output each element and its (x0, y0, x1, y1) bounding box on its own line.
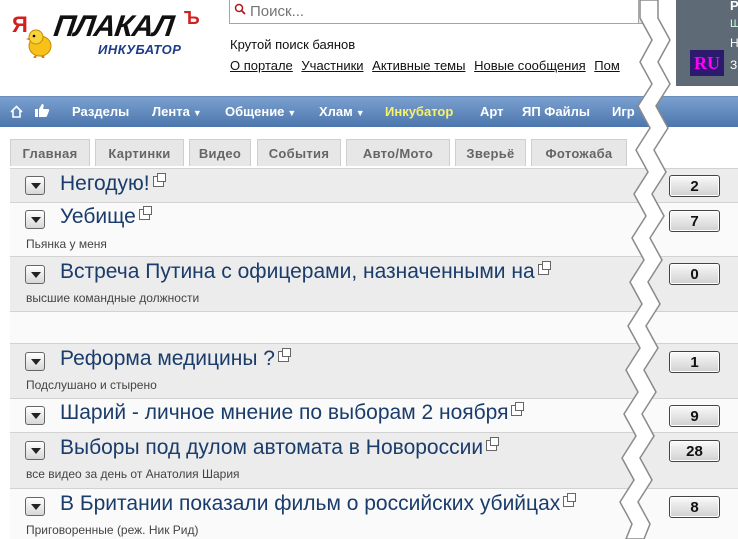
topic-subtitle: высшие командные должности (26, 291, 200, 305)
nav-item-sections[interactable]: Разделы (72, 104, 129, 119)
search-box (229, 0, 657, 24)
tab-photoshop[interactable]: Фотожаба (531, 139, 627, 166)
comment-count[interactable]: 0 (669, 263, 720, 285)
new-window-icon[interactable] (277, 348, 291, 362)
new-window-icon[interactable] (537, 261, 551, 275)
logo-subtitle: ИНКУБАТОР (98, 42, 182, 57)
topic-row: Встреча Путина с офицерами, назначенными… (10, 256, 738, 311)
topic-title[interactable]: Шарий - личное мнение по выборам 2 ноябр… (60, 401, 525, 425)
tab-events[interactable]: События (257, 139, 341, 166)
nav-item-files[interactable]: ЯП Файлы (522, 104, 590, 119)
chick-icon (26, 29, 52, 58)
topic-row: Негодую! 2 (10, 168, 738, 202)
topic-title[interactable]: Реформа медицины ? (60, 347, 291, 371)
expand-arrow-icon[interactable] (25, 352, 45, 371)
tab-main[interactable]: Главная (10, 139, 90, 166)
top-link-about[interactable]: О портале (230, 58, 293, 73)
topic-subtitle: Пьянка у меня (26, 237, 107, 251)
like-icon[interactable] (34, 103, 50, 118)
new-window-icon[interactable] (486, 437, 500, 451)
comment-count[interactable]: 2 (669, 175, 720, 197)
topic-row-empty (10, 311, 738, 343)
comment-count[interactable]: 8 (669, 496, 720, 518)
expand-arrow-icon[interactable] (25, 406, 45, 425)
search-input[interactable] (250, 1, 630, 21)
expand-arrow-icon[interactable] (25, 176, 45, 195)
tab-animals[interactable]: Зверьё (455, 139, 526, 166)
topic-title[interactable]: Встреча Путина с офицерами, назначенными… (60, 260, 551, 284)
tab-auto-moto[interactable]: Авто/Мото (346, 139, 450, 166)
comment-count[interactable]: 7 (669, 210, 720, 232)
user-panel-text-2: Ш (730, 18, 738, 30)
new-window-icon[interactable] (511, 402, 525, 416)
expand-arrow-icon[interactable] (25, 265, 45, 284)
search-icon (234, 3, 246, 15)
logo-name: ПЛАКАЛ (51, 10, 176, 43)
nav-item-art[interactable]: Арт (480, 104, 504, 119)
logo-ya: Я (12, 12, 28, 37)
nav-item-games[interactable]: Игр (612, 104, 635, 119)
ru-badge[interactable]: RU (690, 50, 724, 76)
top-link-members[interactable]: Участники (301, 58, 363, 73)
topic-row: Шарий - личное мнение по выборам 2 ноябр… (10, 398, 738, 432)
user-panel: Р Ш Н RU З (676, 0, 738, 86)
nav-item-feed[interactable]: Лента ▼ (152, 104, 202, 119)
comment-count[interactable]: 9 (669, 405, 720, 427)
nav-item-communication[interactable]: Общение ▼ (225, 104, 296, 119)
nav-item-incubator[interactable]: Инкубатор (385, 104, 453, 119)
logo-hard-sign: Ъ (184, 8, 200, 28)
tagline: Крутой поиск баянов (230, 37, 356, 52)
top-link-new-messages[interactable]: Новые сообщения (474, 58, 586, 73)
top-link-help[interactable]: Пом (594, 58, 620, 73)
top-link-active-topics[interactable]: Активные темы (372, 58, 465, 73)
chevron-down-icon: ▼ (355, 108, 365, 118)
chevron-down-icon: ▼ (287, 108, 297, 118)
expand-arrow-icon[interactable] (25, 210, 45, 229)
new-window-icon[interactable] (152, 173, 166, 187)
expand-arrow-icon[interactable] (25, 497, 45, 516)
tab-pictures[interactable]: Картинки (95, 139, 184, 166)
topic-row: В Британии показали фильм о российских у… (10, 488, 738, 539)
new-window-icon[interactable] (563, 493, 577, 507)
category-tabs: Главная Картинки Видео События Авто/Мото… (0, 127, 738, 168)
new-window-icon[interactable] (138, 206, 152, 220)
chevron-down-icon: ▼ (192, 108, 202, 118)
topic-subtitle: все видео за день от Анатолия Шария (26, 467, 240, 481)
top-links: О портале Участники Активные темы Новые … (230, 58, 625, 73)
main-nav: Разделы Лента ▼ Общение ▼ Хлам ▼ Инкубатор … (0, 96, 738, 127)
expand-arrow-icon[interactable] (25, 441, 45, 460)
topic-title[interactable]: В Британии показали фильм о российских у… (60, 492, 577, 516)
topic-title[interactable]: Уебище (60, 205, 152, 229)
comment-count[interactable]: 1 (669, 351, 720, 373)
topic-title[interactable]: Негодую! (60, 172, 166, 196)
topic-row: Реформа медицины ? Подслушано и стырено … (10, 343, 738, 398)
search-button[interactable] (638, 0, 656, 23)
user-panel-text-4: З (730, 58, 738, 72)
site-logo[interactable]: Я ПЛАКАЛ Ъ ИНКУБАТОР (10, 8, 210, 68)
home-icon[interactable] (10, 105, 23, 118)
comment-count[interactable]: 28 (669, 440, 720, 462)
nav-item-junk[interactable]: Хлам ▼ (319, 104, 365, 119)
tab-video[interactable]: Видео (189, 139, 251, 166)
topic-subtitle: Подслушано и стырено (26, 378, 157, 392)
topic-subtitle: Приговоренные (реж. Ник Рид) (26, 523, 199, 537)
user-panel-text-1: Р (730, 0, 738, 13)
user-panel-text-3: Н (730, 36, 738, 50)
topic-title[interactable]: Выборы под дулом автомата в Новороссии (60, 436, 500, 460)
topic-row: Выборы под дулом автомата в Новороссии в… (10, 432, 738, 488)
topic-row: Уебище Пьянка у меня 7 (10, 202, 738, 256)
header: Я ПЛАКАЛ Ъ ИНКУБАТОР Крутой поиск баянов… (0, 0, 738, 96)
